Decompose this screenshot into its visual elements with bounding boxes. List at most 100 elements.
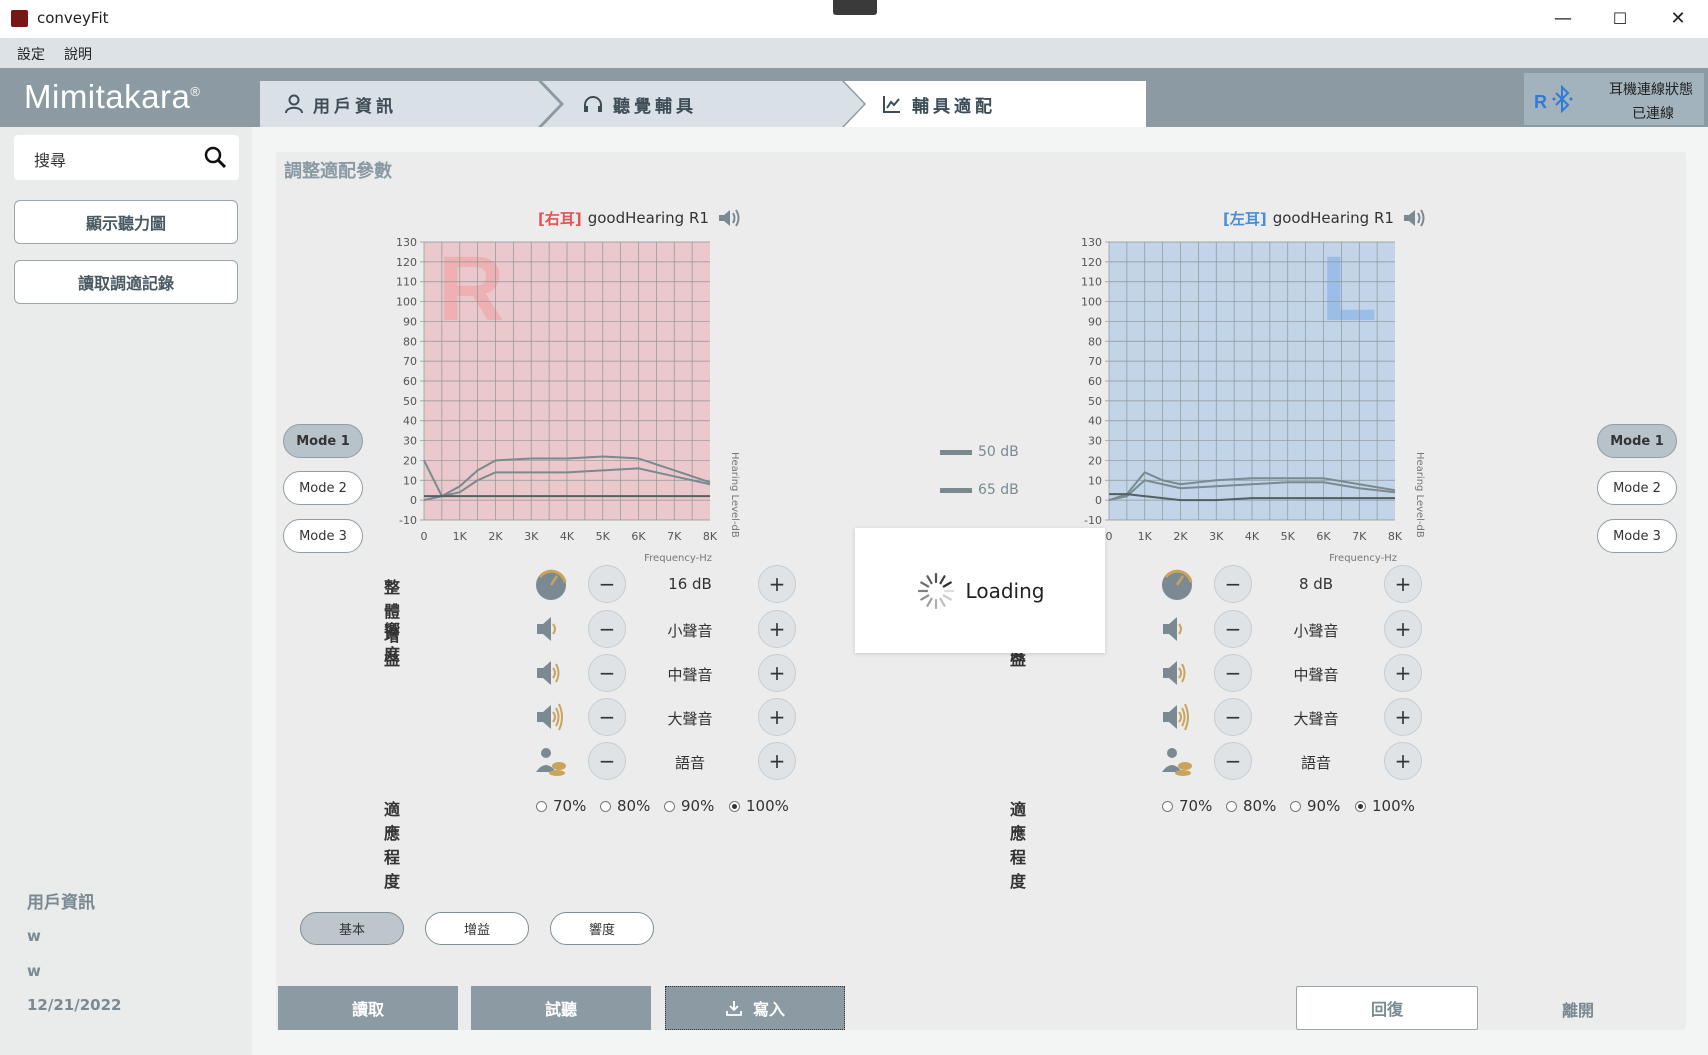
y-tick-label: 60 (403, 375, 417, 388)
right-adaptation-100-radio[interactable]: 100% (729, 797, 789, 815)
y-tick-label: 80 (1088, 335, 1102, 348)
y-tick-label: 30 (403, 435, 417, 448)
right-medium-minus-button[interactable]: − (588, 654, 626, 692)
right-soft-plus-button[interactable]: + (758, 610, 796, 648)
right-gain-minus-button[interactable]: − (588, 565, 626, 603)
show-audiogram-button[interactable]: 顯示聽力圖 (14, 200, 238, 244)
y-tick-label: 30 (1088, 435, 1102, 448)
left-adaptation-70-radio[interactable]: 70% (1162, 797, 1212, 815)
read-button[interactable]: 讀取 (278, 986, 458, 1030)
right-adaptation-70-radio[interactable]: 70% (536, 797, 586, 815)
x-tick-label: 3K (1209, 530, 1224, 543)
menu-help[interactable]: 說明 (64, 44, 92, 64)
user-icon (285, 94, 303, 114)
left-adaptation-90-radio[interactable]: 90% (1290, 797, 1340, 815)
right-adaptation-90-radio[interactable]: 90% (664, 797, 714, 815)
volume-icon (1163, 661, 1186, 685)
y-axis-label: Hearing Level-dB (1414, 452, 1425, 538)
spinner-tick (919, 593, 929, 601)
left-loudness-icon-wrap (1160, 700, 1194, 738)
right-mode-3[interactable]: Mode 3 (283, 519, 363, 553)
right-loud-plus-button[interactable]: + (758, 698, 796, 736)
maximize-button[interactable]: ☐ (1597, 6, 1643, 32)
left-ear-chart[interactable]: L -10 0 10 20 30 40 50 60 70 80 90 100 110 120 130 0 1K 2K… (1071, 232, 1426, 572)
left-soft-plus-button[interactable]: + (1384, 610, 1422, 648)
y-tick-label: 0 (1095, 494, 1102, 507)
y-tick-label: 70 (403, 355, 417, 368)
right-adaptation-80-radio[interactable]: 80% (600, 797, 650, 815)
leave-button[interactable]: 離開 (1562, 997, 1594, 1021)
x-tick-label: 3K (524, 530, 539, 543)
restore-button[interactable]: 回復 (1296, 986, 1478, 1030)
left-loud-minus-button[interactable]: − (1214, 698, 1252, 736)
search-input[interactable]: 搜尋 (14, 135, 239, 180)
x-tick-label: 6K (1316, 530, 1331, 543)
y-tick-label: 40 (403, 415, 417, 428)
speaker-icon[interactable] (717, 207, 741, 229)
radio-dot (1290, 800, 1301, 812)
left-loud-plus-button[interactable]: + (1384, 698, 1422, 736)
left-soft-minus-button[interactable]: − (1214, 610, 1252, 648)
listen-button[interactable]: 試聽 (471, 986, 651, 1030)
y-tick-label: 50 (1088, 395, 1102, 408)
y-tick-label: 100 (1081, 296, 1102, 309)
tab-label: 用戶資訊 (313, 96, 397, 117)
right-speech-plus-button[interactable]: + (758, 742, 796, 780)
left-adaptation-80-radio[interactable]: 80% (1226, 797, 1276, 815)
left-gain-value: 8 dB (1298, 575, 1334, 593)
right-mode-2[interactable]: Mode 2 (283, 471, 363, 505)
left-medium-minus-button[interactable]: − (1214, 654, 1252, 692)
tab-user-info[interactable]: 用戶資訊 (285, 81, 397, 127)
radio-dot (536, 800, 547, 812)
right-mode-1[interactable]: Mode 1 (283, 424, 363, 458)
right-gain-plus-button[interactable]: + (758, 565, 796, 603)
y-tick-label: 110 (396, 276, 417, 289)
read-records-button[interactable]: 讀取調適記錄 (14, 260, 238, 304)
menu-settings[interactable]: 設定 (17, 44, 45, 64)
write-button[interactable]: 寫入 (665, 986, 845, 1030)
left-mode-1[interactable]: Mode 1 (1597, 424, 1677, 458)
right-gain-value: 16 dB (668, 575, 712, 593)
radio-label: 70% (1179, 797, 1213, 815)
right-speech-minus-button[interactable]: − (588, 742, 626, 780)
chart-icon (883, 96, 900, 113)
left-chart-title: [左耳] goodHearing R1 (1223, 207, 1426, 229)
speaker-icon[interactable] (1402, 207, 1426, 229)
left-speech-minus-button[interactable]: − (1214, 742, 1252, 780)
y-tick-label: 100 (396, 296, 417, 309)
right-soft-minus-button[interactable]: − (588, 610, 626, 648)
left-gain-plus-button[interactable]: + (1384, 565, 1422, 603)
left-mode-2[interactable]: Mode 2 (1597, 471, 1677, 505)
left-gain-minus-button[interactable]: − (1214, 565, 1252, 603)
right-device-name: goodHearing R1 (587, 209, 709, 227)
subtab-basic[interactable]: 基本 (300, 912, 404, 945)
ear-letter: R (438, 238, 504, 340)
spinner-tick (919, 580, 929, 588)
y-tick-label: 90 (403, 315, 417, 328)
y-tick-label: 0 (410, 494, 417, 507)
left-medium-plus-button[interactable]: + (1384, 654, 1422, 692)
y-tick-label: 50 (403, 395, 417, 408)
minimize-button[interactable]: — (1540, 6, 1586, 32)
tab-label: 聽覺輔具 (613, 96, 697, 117)
tab-fitting[interactable]: 輔具適配 (882, 81, 996, 127)
download-icon (726, 1001, 742, 1016)
left-mode-3[interactable]: Mode 3 (1597, 519, 1677, 553)
close-button[interactable]: ✕ (1655, 6, 1701, 32)
right-adaptation-label: 適應程度 (384, 800, 401, 891)
right-loud-minus-button[interactable]: − (588, 698, 626, 736)
search-icon[interactable] (204, 146, 226, 168)
radio-dot (1162, 800, 1173, 812)
left-speech-plus-button[interactable]: + (1384, 742, 1422, 780)
subtab-gain[interactable]: 增益 (425, 912, 529, 945)
right-ear-chart[interactable]: R -10 0 10 20 30 40 50 60 70 80 90 100 110 120 130 0 1K 2K… (386, 232, 741, 572)
drag-handle[interactable] (833, 0, 877, 15)
left-medium-value: 中聲音 (1293, 666, 1339, 684)
x-axis-label: Frequency-Hz (1329, 553, 1397, 564)
tab-hearing-aid[interactable]: 聽覺輔具 (583, 81, 697, 127)
left-adaptation-100-radio[interactable]: 100% (1355, 797, 1415, 815)
user-id: w (27, 962, 41, 980)
subtab-loudness[interactable]: 響度 (550, 912, 654, 945)
user-date: 12/21/2022 (27, 996, 122, 1014)
right-medium-plus-button[interactable]: + (758, 654, 796, 692)
